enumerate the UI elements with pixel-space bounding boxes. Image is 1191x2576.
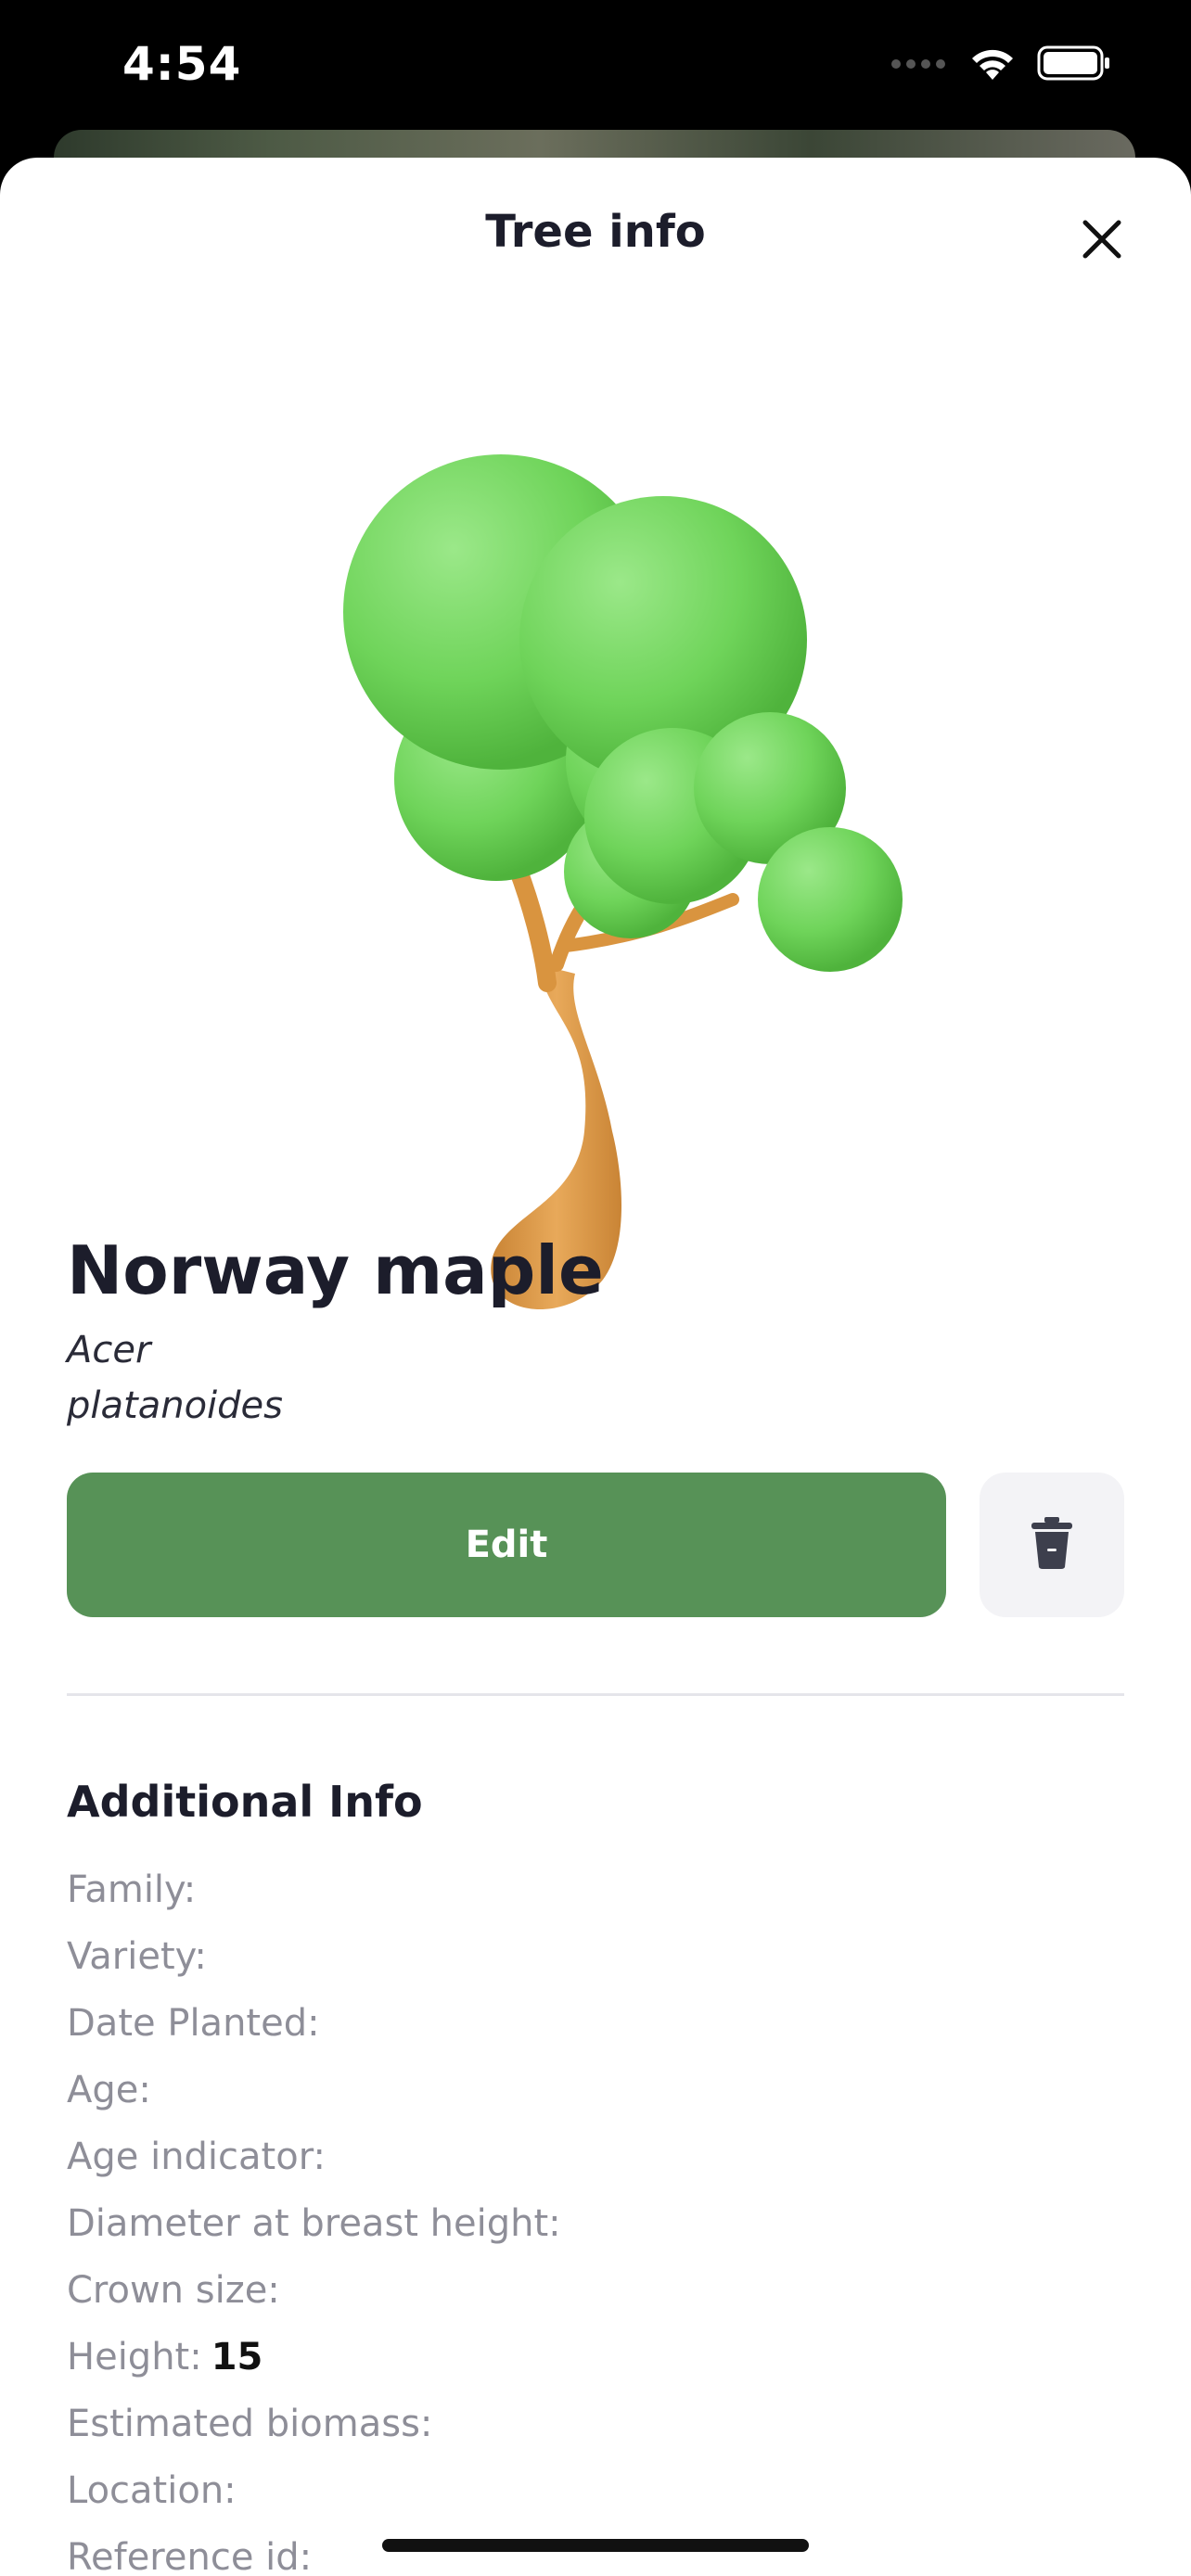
info-row-location: Location: bbox=[67, 2457, 1124, 2524]
info-row-biomass: Estimated biomass: bbox=[67, 2391, 1124, 2457]
info-label: Crown size: bbox=[67, 2269, 280, 2312]
additional-info-heading: Additional Info bbox=[67, 1777, 423, 1827]
home-indicator[interactable] bbox=[382, 2539, 809, 2552]
info-label: Location: bbox=[67, 2469, 237, 2512]
delete-button[interactable] bbox=[980, 1473, 1124, 1617]
battery-icon bbox=[1037, 45, 1111, 85]
info-label: Variety: bbox=[67, 1935, 207, 1978]
close-button[interactable] bbox=[1067, 206, 1137, 276]
info-row-variety: Variety: bbox=[67, 1923, 1124, 1990]
info-label: Age: bbox=[67, 2069, 151, 2111]
status-icons bbox=[890, 45, 1111, 85]
tree-info-sheet: Tree info Norway maple Acer platanoides … bbox=[0, 158, 1191, 2576]
trash-icon bbox=[1028, 1515, 1076, 1575]
divider bbox=[67, 1693, 1124, 1696]
info-row-family: Family: bbox=[67, 1856, 1124, 1923]
scientific-name-species: platanoides bbox=[67, 1384, 283, 1427]
additional-info-list: Family: Variety: Date Planted: Age: Age … bbox=[67, 1856, 1124, 2576]
edit-button[interactable]: Edit bbox=[67, 1473, 946, 1617]
info-label: Height: bbox=[67, 2336, 202, 2378]
info-value: 15 bbox=[211, 2336, 263, 2378]
info-label: Diameter at breast height: bbox=[67, 2202, 561, 2245]
signal-icon bbox=[890, 57, 948, 74]
sheet-title: Tree info bbox=[485, 206, 706, 258]
tree-scientific-name: Acer platanoides bbox=[67, 1322, 531, 1434]
status-bar: 4:54 bbox=[0, 0, 1191, 139]
info-row-crown-size: Crown size: bbox=[67, 2257, 1124, 2324]
close-icon bbox=[1080, 217, 1124, 265]
info-label: Date Planted: bbox=[67, 2002, 320, 2045]
info-row-dbh: Diameter at breast height: bbox=[67, 2190, 1124, 2257]
info-row-age: Age: bbox=[67, 2057, 1124, 2123]
info-row-date-planted: Date Planted: bbox=[67, 1990, 1124, 2057]
info-row-height: Height: 15 bbox=[67, 2324, 1124, 2391]
wifi-icon bbox=[968, 45, 1017, 85]
scientific-name-genus: Acer bbox=[67, 1329, 151, 1371]
tree-common-name: Norway maple bbox=[67, 1231, 604, 1309]
info-label: Estimated biomass: bbox=[67, 2403, 433, 2445]
status-time: 4:54 bbox=[122, 37, 242, 91]
info-row-age-indicator: Age indicator: bbox=[67, 2123, 1124, 2190]
info-label: Family: bbox=[67, 1868, 197, 1911]
tree-illustration bbox=[334, 297, 928, 1326]
info-label: Age indicator: bbox=[67, 2136, 326, 2178]
info-label: Reference id: bbox=[67, 2536, 313, 2576]
